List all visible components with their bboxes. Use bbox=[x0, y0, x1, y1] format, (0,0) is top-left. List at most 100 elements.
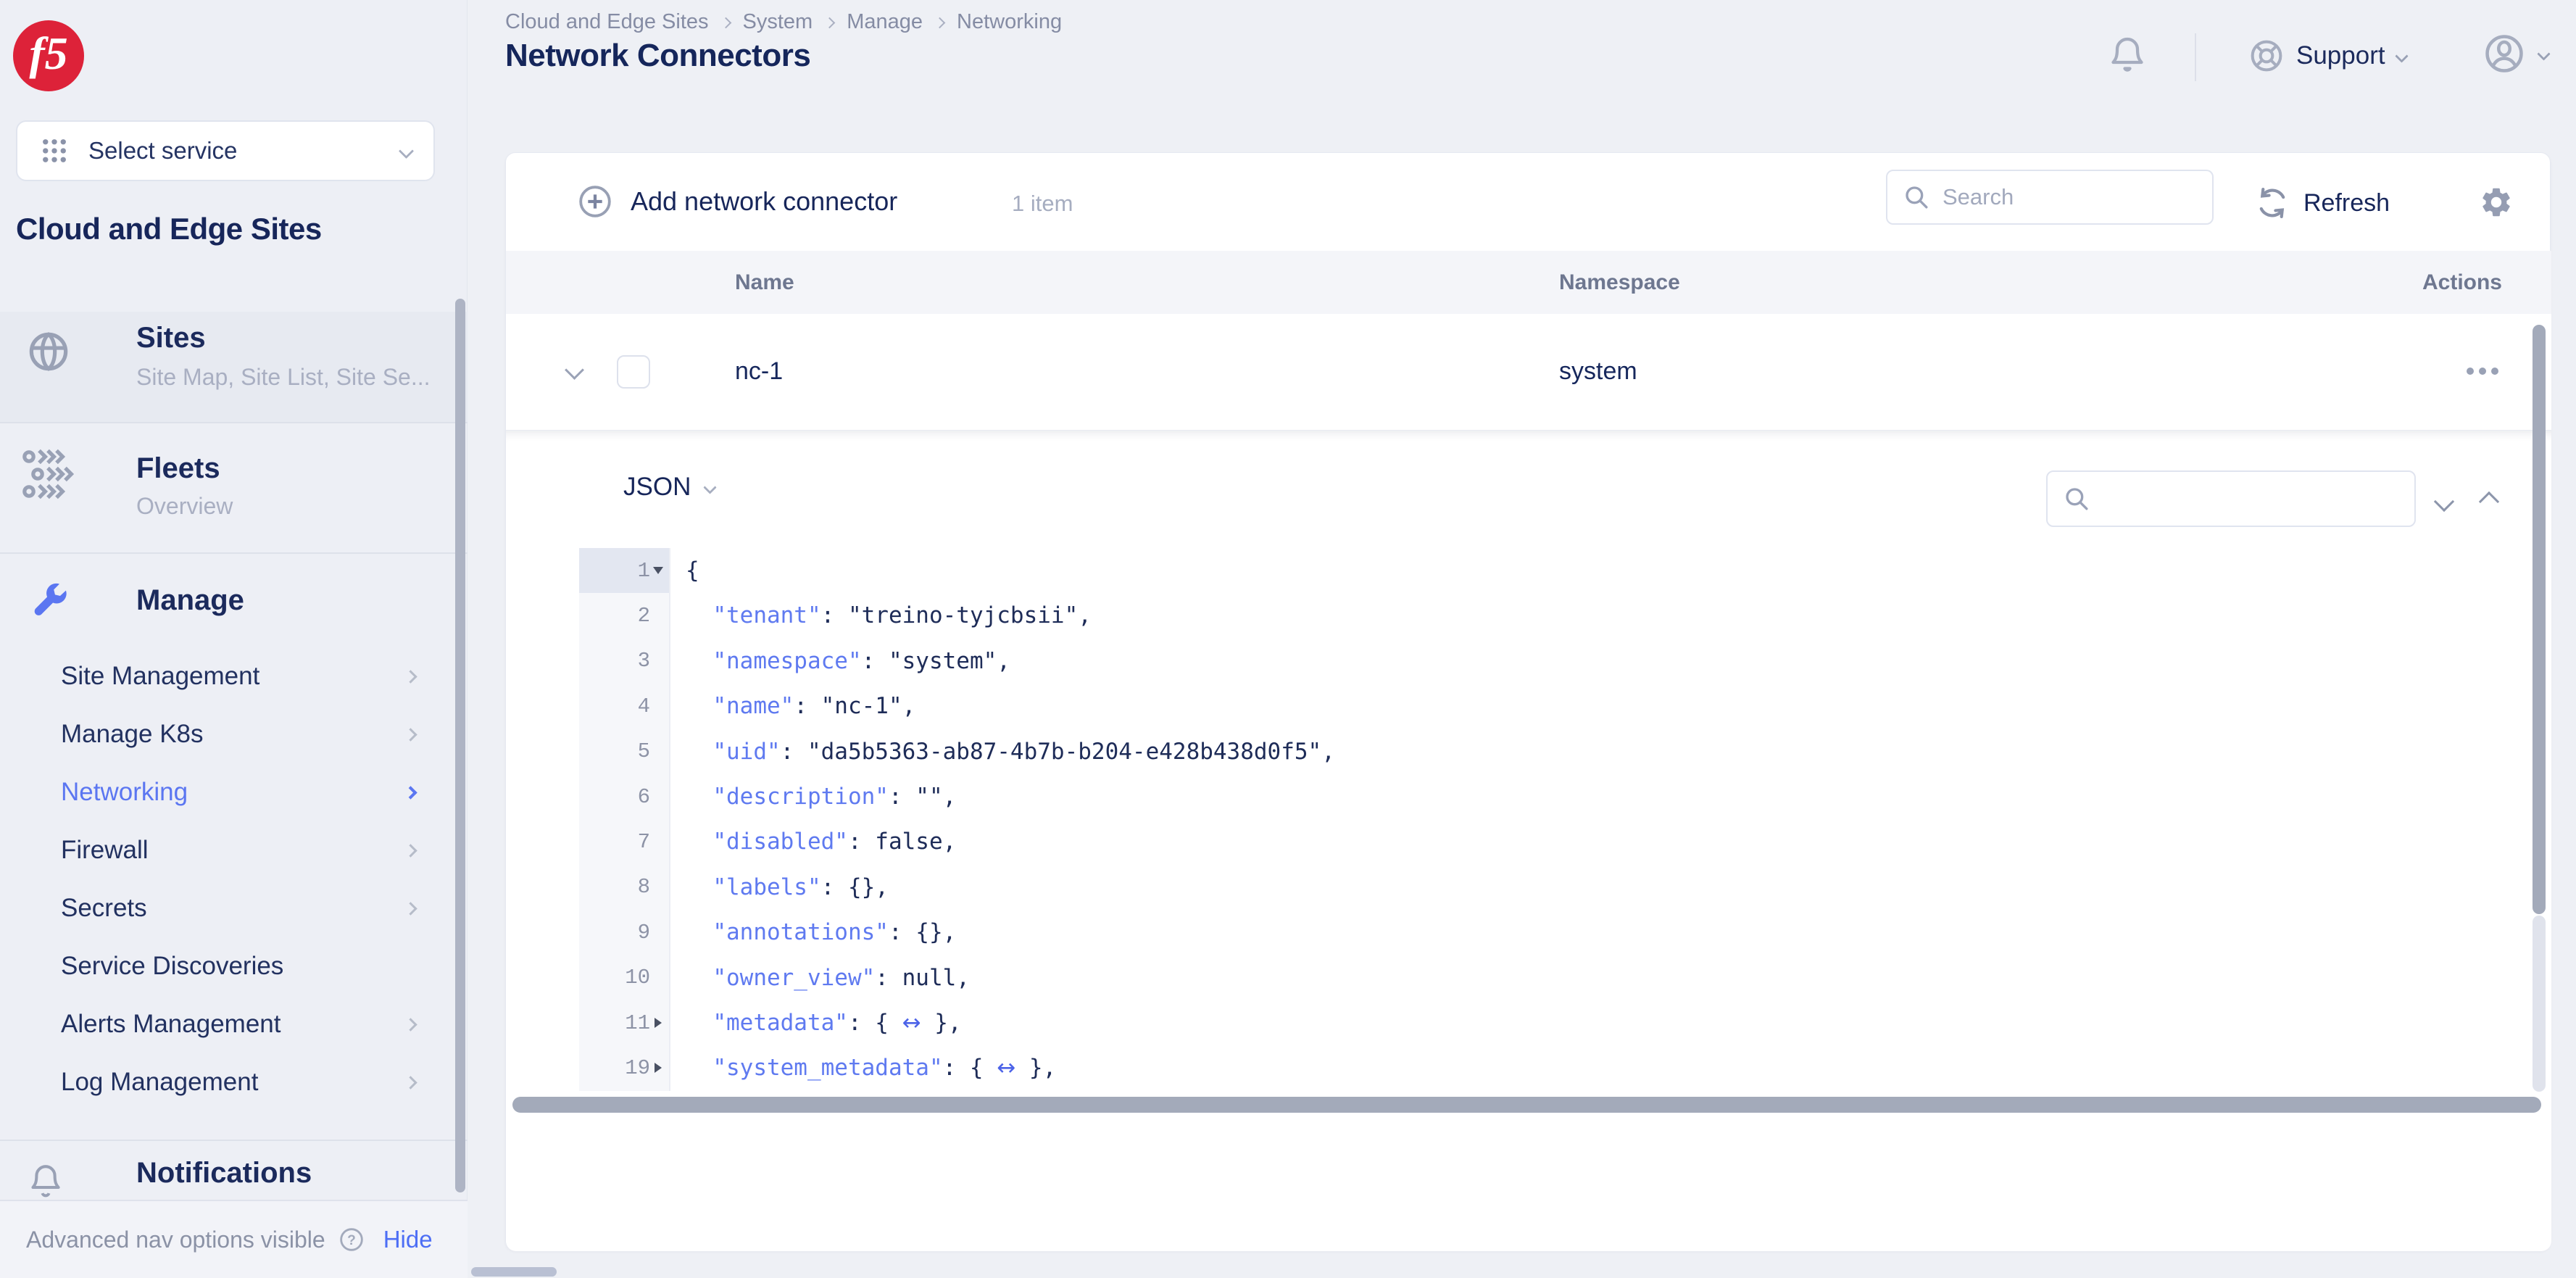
sidebar-subitem-log-management[interactable]: Log Management bbox=[0, 1053, 468, 1111]
sidebar-item-sites[interactable]: Sites Site Map, Site List, Site Se... bbox=[0, 312, 468, 422]
sidebar-subitem-manage-k8s[interactable]: Manage K8s bbox=[0, 705, 468, 763]
code-line: 6 "description": "", bbox=[506, 774, 2551, 819]
sidebar-item-manage[interactable]: Manage bbox=[0, 552, 468, 639]
breadcrumb-item[interactable]: Manage bbox=[847, 10, 923, 34]
gutter-cell: 1 bbox=[579, 548, 670, 593]
line-number: 5 bbox=[638, 739, 650, 763]
sidebar-subitem-site-management[interactable]: Site Management bbox=[0, 647, 468, 705]
sidebar-subitem-label: Alerts Management bbox=[61, 1010, 281, 1039]
code-text: "annotations": {}, bbox=[686, 910, 956, 955]
sidebar-item-label: Fleets bbox=[136, 452, 220, 485]
column-header-actions: Actions bbox=[2422, 270, 2502, 295]
json-code-editor[interactable]: 1{2 "tenant": "treino-tyjcbsii",3 "names… bbox=[506, 548, 2551, 1091]
search-input[interactable] bbox=[1943, 184, 2212, 210]
vertical-scrollbar[interactable] bbox=[2533, 325, 2546, 914]
sidebar-subitem-firewall[interactable]: Firewall bbox=[0, 821, 468, 879]
fold-toggle-icon[interactable] bbox=[650, 1060, 666, 1076]
chevron-right-icon bbox=[404, 728, 417, 741]
sidebar-item-fleets[interactable]: Fleets Overview bbox=[0, 422, 468, 552]
column-header-namespace: Namespace bbox=[1559, 270, 1680, 295]
find-next-chevron-icon[interactable] bbox=[2434, 491, 2454, 512]
sidebar-item-subtitle: Overview bbox=[136, 493, 233, 520]
fold-spacer bbox=[650, 970, 666, 986]
json-mode-dropdown[interactable]: JSON bbox=[623, 473, 715, 502]
gutter-cell: 7 bbox=[579, 819, 670, 864]
sidebar-subitem-secrets[interactable]: Secrets bbox=[0, 879, 468, 937]
vertical-scrollbar-track bbox=[2533, 916, 2546, 1092]
globe-icon bbox=[25, 328, 72, 375]
page-horizontal-scrollbar[interactable] bbox=[471, 1267, 557, 1277]
support-label: Support bbox=[2296, 41, 2385, 70]
sidebar-subitem-service-discoveries[interactable]: Service Discoveries bbox=[0, 937, 468, 995]
sidebar-item-label: Sites bbox=[136, 322, 206, 354]
row-actions-menu[interactable] bbox=[2467, 368, 2498, 375]
code-line: 3 "namespace": "system", bbox=[506, 639, 2551, 684]
code-line: 4 "name": "nc-1", bbox=[506, 684, 2551, 729]
table-header: Name Namespace Actions bbox=[506, 251, 2551, 314]
chevron-right-icon bbox=[404, 786, 417, 799]
line-number: 19 bbox=[625, 1056, 650, 1080]
fold-spacer bbox=[650, 608, 666, 624]
horizontal-scrollbar[interactable] bbox=[512, 1097, 2541, 1113]
svg-text:?: ? bbox=[347, 1233, 356, 1248]
cell-name: nc-1 bbox=[735, 357, 783, 386]
code-text: "description": "", bbox=[686, 774, 956, 819]
search-icon bbox=[2062, 484, 2091, 513]
sidebar-subitem-networking[interactable]: Networking bbox=[0, 763, 468, 821]
page-title: Network Connectors bbox=[505, 38, 810, 74]
chevron-right-icon bbox=[720, 17, 731, 29]
settings-gear-button[interactable] bbox=[2479, 185, 2514, 220]
sidebar-item-notifications[interactable]: Notifications bbox=[0, 1140, 468, 1200]
sidebar-subitem-label: Log Management bbox=[61, 1068, 258, 1097]
sidebar: f5 Select service Cloud and Edge Sites S… bbox=[0, 0, 468, 1278]
app: f5 Select service Cloud and Edge Sites S… bbox=[0, 0, 2576, 1278]
json-search-input[interactable] bbox=[2103, 486, 2414, 512]
breadcrumb-item[interactable]: Networking bbox=[957, 10, 1062, 34]
table-row[interactable]: nc-1 system bbox=[506, 314, 2551, 431]
json-mode-label: JSON bbox=[623, 473, 691, 502]
line-number: 1 bbox=[638, 559, 650, 583]
f5-logo-text: f5 bbox=[29, 30, 67, 77]
sidebar-subitem-label: Secrets bbox=[61, 894, 147, 923]
gear-icon bbox=[2479, 185, 2514, 220]
sidebar-subitem-alerts-management[interactable]: Alerts Management bbox=[0, 995, 468, 1053]
table-search bbox=[1886, 170, 2214, 225]
f5-logo[interactable]: f5 bbox=[13, 20, 84, 91]
fold-spacer bbox=[650, 744, 666, 760]
chevron-right-icon bbox=[404, 670, 417, 683]
chevron-down-icon bbox=[2395, 49, 2408, 62]
account-menu[interactable] bbox=[2481, 30, 2548, 77]
code-line: 10 "owner_view": null, bbox=[506, 955, 2551, 1000]
grid-icon bbox=[39, 136, 70, 166]
line-number: 2 bbox=[638, 604, 650, 628]
fold-toggle-icon[interactable] bbox=[650, 563, 666, 578]
breadcrumb-item[interactable]: Cloud and Edge Sites bbox=[505, 10, 709, 34]
cell-namespace: system bbox=[1559, 357, 1637, 386]
sidebar-section-title: Cloud and Edge Sites bbox=[16, 212, 322, 246]
json-search bbox=[2046, 470, 2416, 527]
sidebar-item-label: Notifications bbox=[136, 1157, 312, 1190]
code-text: "metadata": { ↔ }, bbox=[686, 1000, 962, 1045]
notifications-bell-button[interactable] bbox=[2106, 33, 2149, 77]
code-line: 5 "uid": "da5b5363-ab87-4b7b-b204-e428b4… bbox=[506, 729, 2551, 774]
support-menu[interactable]: Support bbox=[2247, 36, 2406, 75]
breadcrumb-item[interactable]: System bbox=[743, 10, 813, 34]
sidebar-scrollbar[interactable] bbox=[455, 299, 465, 1192]
line-number: 11 bbox=[625, 1011, 650, 1035]
add-network-connector-button[interactable]: Add network connector bbox=[576, 182, 897, 221]
gutter-cell: 3 bbox=[579, 639, 670, 684]
select-service-dropdown[interactable]: Select service bbox=[16, 120, 435, 181]
gutter-cell: 6 bbox=[579, 774, 670, 819]
sidebar-item-subtitle: Site Map, Site List, Site Se... bbox=[136, 364, 431, 391]
line-number: 4 bbox=[638, 694, 650, 718]
find-prev-chevron-icon[interactable] bbox=[2479, 491, 2499, 512]
refresh-button[interactable]: Refresh bbox=[2254, 185, 2390, 221]
chevron-down-icon bbox=[399, 143, 414, 158]
row-checkbox[interactable] bbox=[617, 355, 650, 389]
fold-toggle-icon[interactable] bbox=[650, 1015, 666, 1031]
help-icon[interactable]: ? bbox=[337, 1225, 366, 1254]
row-expand-chevron-icon[interactable] bbox=[565, 360, 584, 380]
bell-icon bbox=[26, 1161, 65, 1200]
code-text: "labels": {}, bbox=[686, 865, 889, 910]
hide-link[interactable]: Hide bbox=[383, 1226, 433, 1253]
